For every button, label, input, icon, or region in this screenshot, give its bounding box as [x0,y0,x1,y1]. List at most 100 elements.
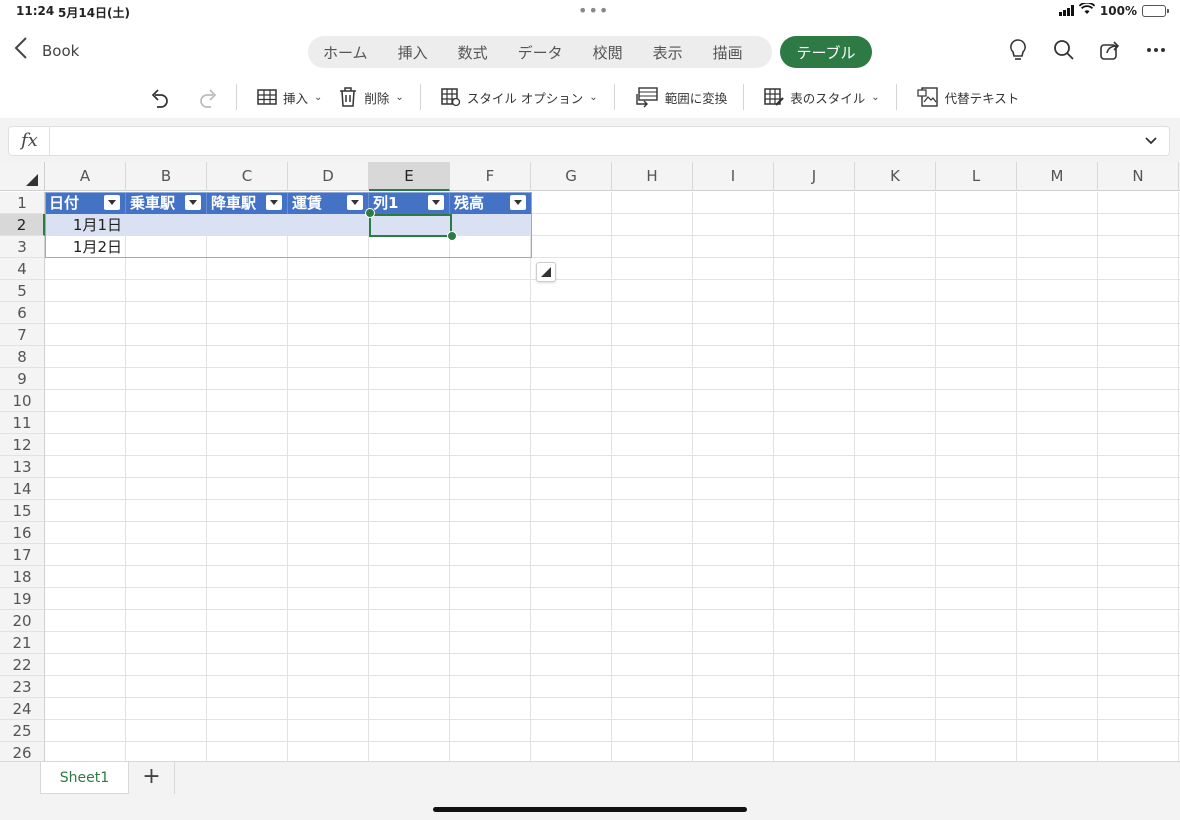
row-header[interactable]: 24 [0,698,45,720]
cell-grid[interactable] [45,192,1180,761]
alt-text-icon [917,87,938,107]
filter-dropdown-icon[interactable] [510,195,526,210]
add-sheet-button[interactable]: + [129,762,175,794]
status-date: 5月14日(土) [58,6,131,20]
column-header-d[interactable]: D [288,162,369,191]
select-all-button[interactable] [0,162,45,191]
column-header-e[interactable]: E [369,162,450,191]
column-header-g[interactable]: G [531,162,612,191]
row-header[interactable]: 10 [0,390,45,412]
cellular-signal-icon [1058,5,1074,16]
row-header[interactable]: 25 [0,720,45,742]
search-icon[interactable] [1052,38,1076,62]
home-indicator[interactable] [433,807,747,812]
column-header-n[interactable]: N [1098,162,1179,191]
chevron-down-icon: ⌄ [395,91,404,103]
column-header-l[interactable]: L [936,162,1017,191]
table-style-label: 表のスタイル [790,90,866,106]
row-header[interactable]: 4 [0,258,45,280]
row-header[interactable]: 17 [0,544,45,566]
filter-dropdown-icon[interactable] [185,195,201,210]
tab-table[interactable]: テーブル [780,36,872,68]
table-header-fare[interactable]: 運賃 [288,192,369,214]
selection-handle-top[interactable] [365,208,375,218]
column-header-f[interactable]: F [450,162,531,191]
row-header[interactable]: 15 [0,500,45,522]
column-header-k[interactable]: K [855,162,936,191]
tab-review[interactable]: 校閲 [578,42,638,63]
chevron-down-icon: ⌄ [314,91,323,103]
formula-bar-area: fx [0,118,1180,162]
row-header[interactable]: 3 [0,236,45,258]
row-header[interactable]: 18 [0,566,45,588]
back-button[interactable]: Book [14,36,79,65]
row-header[interactable]: 2 [0,214,45,236]
column-headers: A B C D E F G H I J K L M N [0,162,1180,191]
share-icon[interactable] [1098,38,1122,62]
column-header-m[interactable]: M [1017,162,1098,191]
back-label: Book [42,41,80,60]
row-header[interactable]: 14 [0,478,45,500]
filter-dropdown-icon[interactable] [266,195,282,210]
formula-bar[interactable]: fx [8,126,1170,156]
undo-button[interactable] [150,86,172,108]
expand-chevron-icon[interactable] [1143,132,1159,152]
filter-dropdown-icon[interactable] [104,195,120,210]
row-header[interactable]: 1 [0,192,45,214]
tab-formulas[interactable]: 数式 [443,42,503,63]
multitasking-dots-icon[interactable]: ••• [578,1,609,20]
insert-button[interactable]: 挿入 ⌄ [257,87,322,107]
filter-dropdown-icon[interactable] [428,195,444,210]
table-header-column1[interactable]: 列1 [369,192,450,214]
convert-to-range-button[interactable]: 範囲に変換 [635,86,727,108]
sheet-tab-sheet1[interactable]: Sheet1 [40,762,129,794]
selection-handle-bottom[interactable] [447,231,457,241]
table-resize-handle-icon[interactable] [536,262,556,282]
tab-home[interactable]: ホーム [308,42,383,63]
table-header-alighting-station[interactable]: 降車駅 [207,192,288,214]
style-options-button[interactable]: スタイル オプション ⌄ [441,87,598,107]
selected-cell-e2[interactable] [369,214,452,237]
tab-insert[interactable]: 挿入 [383,42,443,63]
column-header-b[interactable]: B [126,162,207,191]
function-icon[interactable]: fx [21,130,38,151]
row-header[interactable]: 16 [0,522,45,544]
table-insert-icon [257,89,277,105]
row-header[interactable]: 23 [0,676,45,698]
row-header[interactable]: 22 [0,654,45,676]
row-header[interactable]: 21 [0,632,45,654]
row-header[interactable]: 6 [0,302,45,324]
row-header[interactable]: 5 [0,280,45,302]
row-header[interactable]: 26 [0,742,45,761]
filter-dropdown-icon[interactable] [347,195,363,210]
tab-view[interactable]: 表示 [638,42,698,63]
more-options-icon[interactable] [1144,38,1168,62]
column-header-i[interactable]: I [693,162,774,191]
column-header-c[interactable]: C [207,162,288,191]
cell-a2[interactable]: 1月1日 [45,214,126,236]
table-header-boarding-station[interactable]: 乗車駅 [126,192,207,214]
row-header[interactable]: 19 [0,588,45,610]
column-header-a[interactable]: A [45,162,126,191]
cell-a3[interactable]: 1月2日 [45,236,126,258]
row-header[interactable]: 13 [0,456,45,478]
lightbulb-icon[interactable] [1006,38,1030,62]
column-header-j[interactable]: J [774,162,855,191]
row-header[interactable]: 11 [0,412,45,434]
tab-data[interactable]: データ [503,42,578,63]
table-header-date[interactable]: 日付 [45,192,126,214]
row-header[interactable]: 20 [0,610,45,632]
delete-button[interactable]: 削除 ⌄ [338,86,404,108]
column-header-h[interactable]: H [612,162,693,191]
row-header[interactable]: 8 [0,346,45,368]
table-header-balance[interactable]: 残高 [450,192,532,214]
wifi-icon [1078,1,1096,18]
redo-button[interactable] [196,86,218,108]
table-settings-icon [441,88,460,107]
table-style-button[interactable]: 表のスタイル ⌄ [764,87,880,107]
row-header[interactable]: 12 [0,434,45,456]
alt-text-button[interactable]: 代替テキスト [917,86,1019,108]
tab-draw[interactable]: 描画 [698,42,758,63]
row-header[interactable]: 9 [0,368,45,390]
row-header[interactable]: 7 [0,324,45,346]
